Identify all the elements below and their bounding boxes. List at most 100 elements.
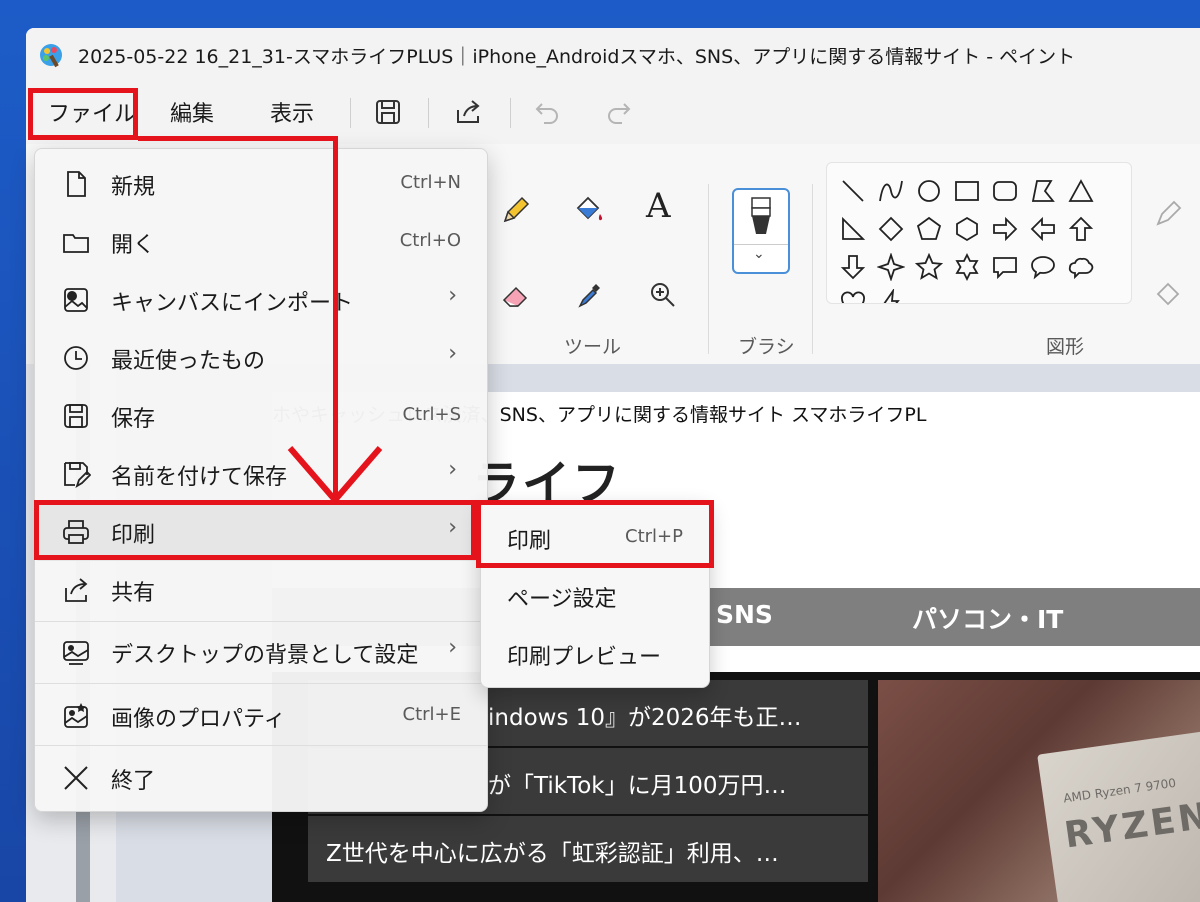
file-menu-item-recent[interactable]: 最近使ったもの ›: [35, 329, 487, 387]
four-point-star-shape-icon[interactable]: [877, 253, 905, 281]
news-headline: Z世代を中心に広がる「虹彩認証」利用、…: [326, 841, 779, 867]
lightning-shape-icon[interactable]: [877, 289, 905, 304]
menu-view[interactable]: 表示: [270, 96, 314, 128]
annotation-line: [138, 136, 338, 141]
pentagon-shape-icon[interactable]: [915, 215, 943, 243]
undo-icon[interactable]: [532, 96, 564, 128]
annotation-box-print: [34, 500, 476, 560]
file-menu-label: 共有: [111, 581, 156, 606]
import-icon: [64, 288, 88, 312]
hexagon-shape-icon[interactable]: [953, 215, 981, 243]
file-menu-label: 終了: [111, 769, 156, 794]
outline-icon[interactable]: [1152, 196, 1186, 230]
toolbar-divider: [510, 98, 511, 128]
submenu-item-print-preview[interactable]: 印刷プレビュー: [481, 625, 709, 683]
toolbar-divider: [428, 98, 429, 128]
line-shape-icon[interactable]: [839, 177, 867, 205]
redo-icon[interactable]: [602, 96, 634, 128]
paint-app-icon: [40, 44, 62, 68]
title-bar: 2025-05-22 16_21_31-スマホライフPLUS｜iPhone_An…: [26, 28, 1200, 82]
right-triangle-shape-icon[interactable]: [839, 215, 867, 243]
file-menu-label: 開く: [111, 233, 156, 258]
triangle-shape-icon[interactable]: [1067, 177, 1095, 205]
cpu-model-text: AMD Ryzen 7 9700: [1062, 775, 1177, 806]
news-photo: AMD Ryzen 7 9700 RYZEN: [878, 680, 1200, 902]
shortcut-label: Ctrl+O: [399, 230, 461, 251]
save-as-icon: [64, 462, 91, 489]
shortcut-label: Ctrl+N: [400, 172, 461, 193]
brush-button[interactable]: ⌄: [732, 188, 790, 274]
cloud-callout-shape-icon[interactable]: [1067, 253, 1095, 281]
ribbon-divider: [812, 184, 813, 354]
annotation-box-file: [28, 88, 138, 140]
down-arrow-shape-icon[interactable]: [839, 253, 867, 281]
file-menu-item-properties[interactable]: 画像のプロパティ Ctrl+E: [35, 687, 487, 745]
file-menu-item-exit[interactable]: 終了: [35, 749, 487, 807]
brush-icon: [751, 197, 771, 234]
heart-shape-icon[interactable]: [839, 289, 867, 304]
fill-bucket-icon[interactable]: [572, 194, 606, 228]
shapes-gallery: [826, 162, 1132, 304]
file-menu-item-new[interactable]: 新規 Ctrl+N: [35, 155, 487, 213]
file-menu-label: 名前を付けて保存: [111, 465, 288, 490]
menu-bar: ファイル 編集 表示: [26, 82, 1200, 144]
save-icon: [64, 404, 88, 428]
up-arrow-shape-icon[interactable]: [1067, 215, 1095, 243]
shortcut-label: Ctrl+S: [402, 404, 461, 425]
chevron-right-icon: ›: [448, 341, 457, 366]
share-icon: [65, 578, 88, 602]
oval-shape-icon[interactable]: [915, 177, 943, 205]
file-menu-item-set-wallpaper[interactable]: デスクトップの背景として設定 ›: [35, 623, 487, 681]
close-icon: [64, 766, 88, 790]
desktop-icon: [63, 641, 89, 665]
cpu-chip: AMD Ryzen 7 9700 RYZEN: [1037, 726, 1200, 902]
five-point-star-shape-icon[interactable]: [915, 253, 943, 281]
file-menu-label: キャンバスにインポート: [111, 291, 354, 316]
left-arrow-shape-icon[interactable]: [1029, 215, 1057, 243]
news-headline: が「TikTok」に月100万円…: [488, 773, 787, 799]
text-tool-icon[interactable]: A: [646, 186, 671, 226]
file-menu: 新規 Ctrl+N 開く Ctrl+O キャンバスにインポート › 最近使ったも…: [34, 148, 488, 812]
menu-edit[interactable]: 編集: [170, 96, 214, 128]
six-point-star-shape-icon[interactable]: [953, 253, 981, 281]
menu-divider: [35, 745, 487, 746]
image-nav-pc-it: パソコン・IT: [912, 605, 1064, 634]
menu-divider: [35, 621, 487, 622]
file-menu-label: 保存: [111, 407, 156, 432]
file-menu-item-save[interactable]: 保存 Ctrl+S: [35, 387, 487, 445]
file-menu-item-save-as[interactable]: 名前を付けて保存 ›: [35, 445, 487, 503]
rect-callout-shape-icon[interactable]: [991, 253, 1019, 281]
eraser-icon[interactable]: [498, 278, 532, 312]
submenu-item-page-setup[interactable]: ページ設定: [481, 567, 709, 625]
window-title: 2025-05-22 16_21_31-スマホライフPLUS｜iPhone_An…: [78, 46, 1076, 68]
new-file-icon: [67, 171, 86, 197]
news-headline: indows 10』が2026年も正…: [488, 705, 802, 731]
brush-group-label: ブラシ: [738, 336, 795, 358]
curve-shape-icon[interactable]: [877, 177, 905, 205]
oval-callout-shape-icon[interactable]: [1029, 253, 1057, 281]
clock-icon: [64, 346, 88, 370]
submenu-label: ページ設定: [507, 587, 617, 612]
file-menu-item-open[interactable]: 開く Ctrl+O: [35, 213, 487, 271]
file-menu-item-import[interactable]: キャンバスにインポート ›: [35, 271, 487, 329]
diamond-shape-icon[interactable]: [877, 215, 905, 243]
share-icon[interactable]: [452, 96, 484, 128]
file-menu-item-share[interactable]: 共有: [35, 561, 487, 619]
annotation-arrow-icon: [287, 446, 383, 505]
save-icon[interactable]: [372, 96, 404, 128]
rounded-rectangle-shape-icon[interactable]: [991, 177, 1019, 205]
rectangle-shape-icon[interactable]: [953, 177, 981, 205]
shape-fill-icon[interactable]: [1152, 280, 1186, 314]
magnifier-icon[interactable]: [646, 278, 680, 312]
file-menu-label: 最近使ったもの: [111, 349, 266, 374]
pencil-icon[interactable]: [498, 194, 532, 228]
ribbon-divider: [708, 184, 709, 354]
image-nav-sns: SNS: [716, 600, 773, 629]
file-menu-label: 画像のプロパティ: [111, 707, 286, 732]
annotation-line: [333, 136, 338, 496]
color-picker-icon[interactable]: [572, 278, 606, 312]
file-menu-label: 新規: [111, 175, 156, 200]
right-arrow-shape-icon[interactable]: [991, 215, 1019, 243]
polygon-shape-icon[interactable]: [1029, 177, 1057, 205]
chevron-down-icon: ⌄: [753, 246, 765, 262]
